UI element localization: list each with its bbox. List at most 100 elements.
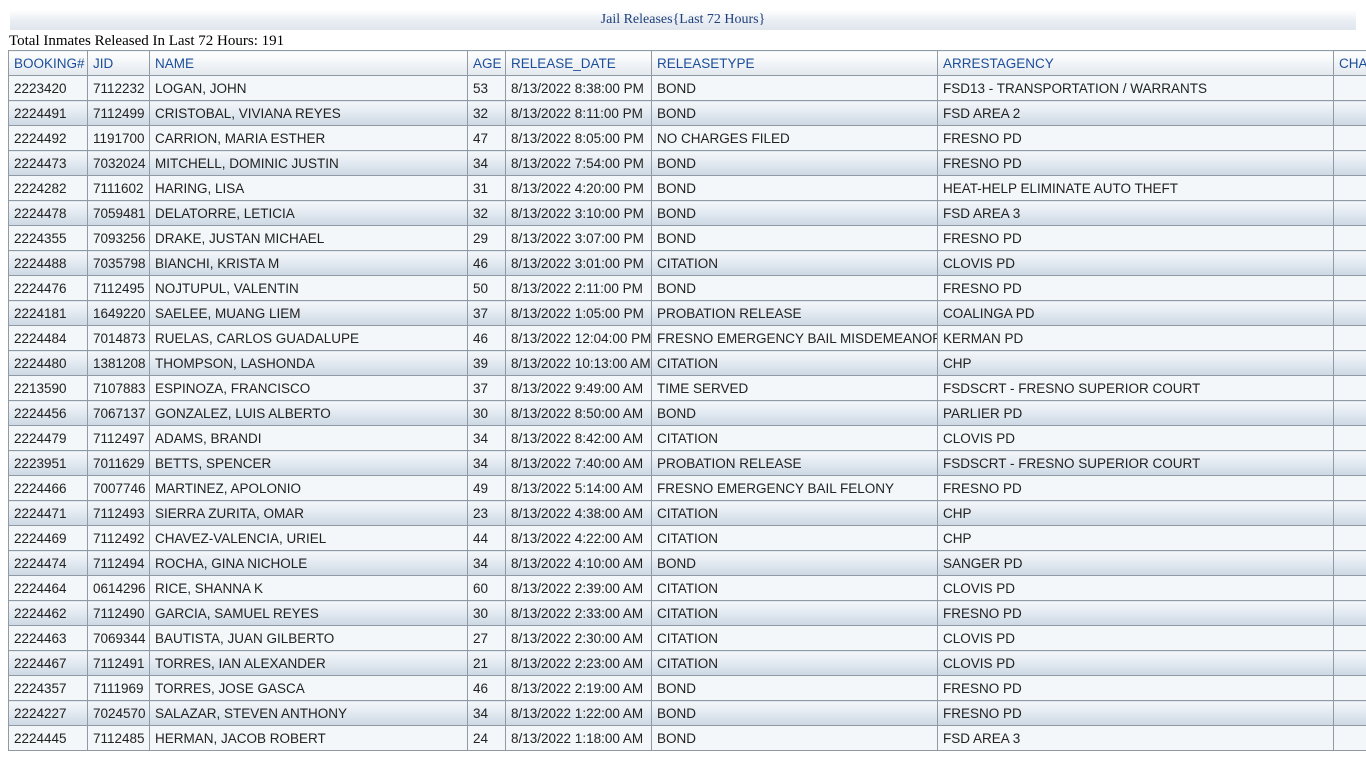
cell-charges [1333,525,1366,551]
page-title: Jail Releases{Last 72 Hours} [10,10,1356,30]
cell-jid: 7112494 [87,550,150,576]
cell-arrest-agency: FSD13 - TRANSPORTATION / WARRANTS [937,75,1334,101]
column-header-booking-number[interactable]: BOOKING# [8,50,88,76]
cell-release-date: 8/13/2022 7:54:00 PM [505,150,652,176]
cell-release-date: 8/13/2022 8:38:00 PM [505,75,652,101]
table-row: 2224488 7035798 BIANCHI, KRISTA M 46 8/13/20… [8,250,1366,276]
cell-name: MITCHELL, DOMINIC JUSTIN [149,150,468,176]
cell-age: 37 [467,375,506,401]
cell-release-date: 8/13/2022 3:01:00 PM [505,250,652,276]
cell-booking-number: 2224476 [8,275,88,301]
cell-arrest-agency: CHP [937,350,1334,376]
cell-arrest-agency: FSDSCRT - FRESNO SUPERIOR COURT [937,450,1334,476]
table-row: 2224357 7111969 TORRES, JOSE GASCA 46 8/13/2… [8,675,1366,701]
table-row: 2224474 7112494 ROCHA, GINA NICHOLE 34 8/13/… [8,550,1366,576]
cell-name: BETTS, SPENCER [149,450,468,476]
column-header-jid[interactable]: JID [87,50,150,76]
cell-age: 39 [467,350,506,376]
cell-release-type: NO CHARGES FILED [651,125,938,151]
cell-booking-number: 2224445 [8,725,88,751]
cell-arrest-agency: FRESNO PD [937,275,1334,301]
cell-release-type: TIME SERVED [651,375,938,401]
cell-release-date: 8/13/2022 2:39:00 AM [505,575,652,601]
cell-arrest-agency: HEAT-HELP ELIMINATE AUTO THEFT [937,175,1334,201]
cell-release-type: CITATION [651,625,938,651]
cell-release-date: 8/13/2022 1:18:00 AM [505,725,652,751]
cell-release-type: BOND [651,700,938,726]
column-header-age[interactable]: AGE [467,50,506,76]
cell-jid: 7093256 [87,225,150,251]
cell-jid: 7111602 [87,175,150,201]
cell-charges [1333,100,1366,126]
table-row: 2224227 7024570 SALAZAR, STEVEN ANTHONY 34 8… [8,700,1366,726]
table-row: 2224484 7014873 RUELAS, CARLOS GUADALUPE 46… [8,325,1366,351]
cell-release-type: BOND [651,550,938,576]
cell-booking-number: 2224488 [8,250,88,276]
cell-name: RUELAS, CARLOS GUADALUPE [149,325,468,351]
cell-booking-number: 2224282 [8,175,88,201]
cell-release-date: 8/13/2022 4:38:00 AM [505,500,652,526]
cell-age: 32 [467,100,506,126]
cell-booking-number: 2223420 [8,75,88,101]
cell-arrest-agency: KERMAN PD [937,325,1334,351]
cell-booking-number: 2224462 [8,600,88,626]
cell-age: 46 [467,675,506,701]
cell-arrest-agency: FRESNO PD [937,475,1334,501]
cell-release-type: FRESNO EMERGENCY BAIL FELONY [651,475,938,501]
cell-release-date: 8/13/2022 4:20:00 PM [505,175,652,201]
cell-release-date: 8/13/2022 2:30:00 AM [505,625,652,651]
cell-jid: 7067137 [87,400,150,426]
cell-charges [1333,375,1366,401]
cell-booking-number: 2224480 [8,350,88,376]
cell-charges [1333,600,1366,626]
cell-release-date: 8/13/2022 5:14:00 AM [505,475,652,501]
cell-name: CHAVEZ-VALENCIA, URIEL [149,525,468,551]
column-header-arrest-agency[interactable]: ARRESTAGENCY [937,50,1334,76]
cell-charges [1333,500,1366,526]
column-header-name[interactable]: NAME [149,50,468,76]
cell-age: 60 [467,575,506,601]
cell-charges [1333,575,1366,601]
column-header-release-type[interactable]: RELEASETYPE [651,50,938,76]
cell-release-date: 8/13/2022 8:11:00 PM [505,100,652,126]
releases-table-container[interactable]: BOOKING# JID NAME AGE RELEASE_DATE RELEASETYP… [8,50,1366,768]
table-header-row: BOOKING# JID NAME AGE RELEASE_DATE RELEASETYP… [8,50,1366,76]
cell-name: DELATORRE, LETICIA [149,200,468,226]
cell-charges [1333,150,1366,176]
table-row: 2224471 7112493 SIERRA ZURITA, OMAR 23 8/13/… [8,500,1366,526]
table-row: 2224464 0614296 RICE, SHANNA K 60 8/13/2022 … [8,575,1366,601]
table-row: 2224469 7112492 CHAVEZ-VALENCIA, URIEL 44 8/… [8,525,1366,551]
column-header-charges[interactable]: CHA [1333,50,1366,76]
cell-age: 21 [467,650,506,676]
cell-arrest-agency: FRESNO PD [937,675,1334,701]
cell-age: 30 [467,600,506,626]
cell-charges [1333,300,1366,326]
table-row: 2224492 1191700 CARRION, MARIA ESTHER 47 8/1… [8,125,1366,151]
cell-booking-number: 2224484 [8,325,88,351]
cell-booking-number: 2224478 [8,200,88,226]
cell-name: THOMPSON, LASHONDA [149,350,468,376]
cell-arrest-agency: FSDSCRT - FRESNO SUPERIOR COURT [937,375,1334,401]
cell-booking-number: 2224355 [8,225,88,251]
column-header-release-date[interactable]: RELEASE_DATE [505,50,652,76]
cell-booking-number: 2213590 [8,375,88,401]
cell-arrest-agency: CLOVIS PD [937,575,1334,601]
cell-booking-number: 2224474 [8,550,88,576]
table-row: 2224355 7093256 DRAKE, JUSTAN MICHAEL 29 8/1… [8,225,1366,251]
cell-booking-number: 2224464 [8,575,88,601]
cell-age: 46 [467,325,506,351]
cell-arrest-agency: FRESNO PD [937,150,1334,176]
cell-jid: 7107883 [87,375,150,401]
cell-release-type: CITATION [651,650,938,676]
cell-charges [1333,475,1366,501]
cell-name: TORRES, IAN ALEXANDER [149,650,468,676]
cell-age: 32 [467,200,506,226]
cell-age: 24 [467,725,506,751]
cell-release-type: CITATION [651,575,938,601]
cell-jid: 1191700 [87,125,150,151]
cell-booking-number: 2224357 [8,675,88,701]
table-row: 2213590 7107883 ESPINOZA, FRANCISCO 37 8/13/… [8,375,1366,401]
cell-release-type: CITATION [651,525,938,551]
cell-name: NOJTUPUL, VALENTIN [149,275,468,301]
cell-arrest-agency: CLOVIS PD [937,650,1334,676]
